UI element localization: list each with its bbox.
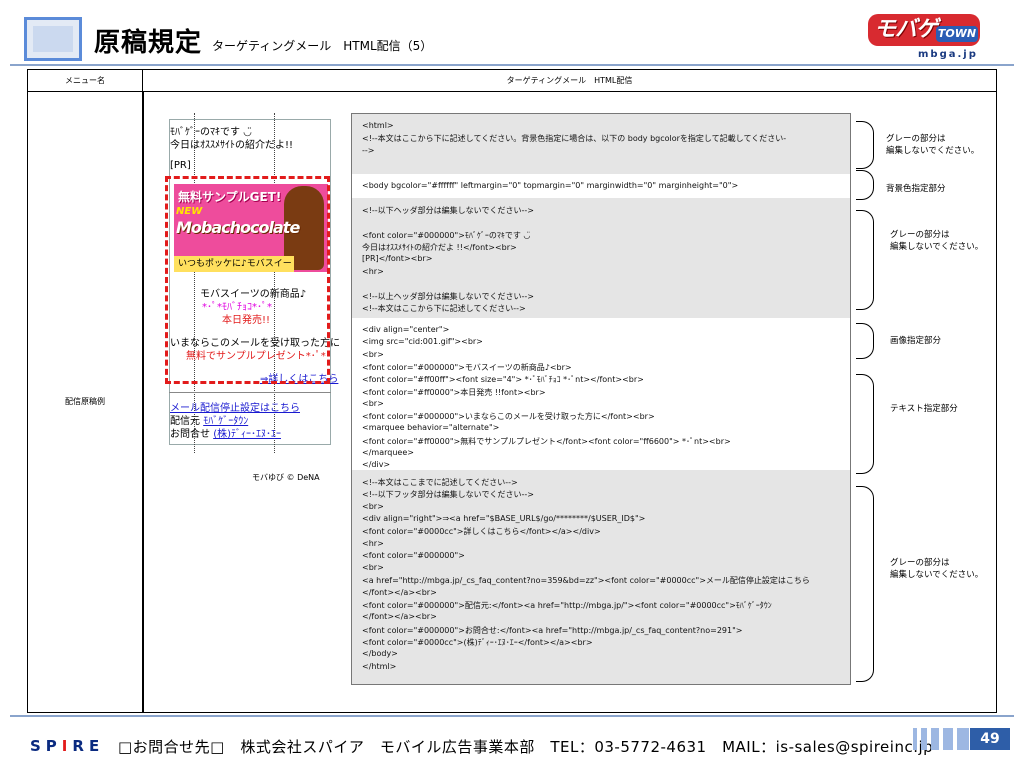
footer-decoration [913, 728, 969, 750]
col-header-content: ターゲティングメール HTML配信 [142, 70, 996, 92]
code-line: <html> [362, 121, 394, 130]
page-subtitle: ターゲティングメール HTML配信（5） [212, 39, 433, 53]
inquiry-label: お問合せ [170, 429, 210, 440]
code-line: <font color="#000000">モバスイーツの新商品♪<br> [362, 362, 572, 372]
code-line: </div> [362, 460, 391, 470]
code-line: <font color="#000000">いまならこのメールを受け取った方に<… [362, 412, 655, 422]
code-line: </marquee> [362, 448, 414, 457]
logo-url: mbga.jp [918, 49, 978, 60]
code-line: <font color="#ff0000">無料でサンプルプレゼント</font… [362, 436, 731, 446]
footer-divider [10, 715, 1014, 717]
copyright: モバゆび © DeNA [252, 473, 320, 482]
note-locked: グレーの部分は 編集しないでください。 [890, 558, 984, 580]
col-header-menu: メニュー名 [65, 76, 105, 85]
code-line: <body bgcolor="#ffffff" leftmargin="0" t… [362, 181, 739, 190]
code-line: <font color="#0000cc">詳しくはこちら</font></a>… [362, 527, 601, 537]
code-line: </html> [362, 661, 397, 671]
preview-pr: [PR] [170, 160, 191, 171]
brace [856, 121, 874, 169]
preview-inquiry: お問合せ (株)ﾃﾞｨｰ･ｴﾇ･ｴｰ [170, 425, 281, 440]
code-line: <br> [362, 501, 384, 511]
code-line: <br> [362, 349, 384, 359]
column-divider [142, 92, 144, 712]
code-line: <font color="#0000cc">(株)ﾃﾞｨｰ･ｴﾇ･ｴｰ</fon… [362, 637, 593, 647]
header-divider [10, 64, 1014, 66]
brace [856, 323, 874, 359]
code-line: </font></a><br> [362, 612, 437, 622]
header-decoration [24, 17, 82, 61]
preview-hr [169, 392, 331, 393]
code-line: <!--以下ヘッダ部分は編集しないでください--> [362, 206, 534, 215]
brace [856, 210, 874, 310]
code-line: <img src="cid:001.gif"><br> [362, 337, 483, 347]
table-header-row: メニュー名 ターゲティングメール HTML配信 [28, 70, 996, 92]
code-line: <!--本文はここから下に記述してください--> [362, 304, 526, 314]
code-line: <font color="#ff0000">本日発売 !!font><br> [362, 387, 546, 397]
row-label: 配信原稿例 [65, 397, 105, 406]
note-bgcolor: 背景色指定部分 [886, 184, 946, 194]
html-code-panel: <html> <!--本文はここから下に記述してください。背景色指定に場合は、以下… [351, 113, 851, 685]
inquiry-link[interactable]: (株)ﾃﾞｨｰ･ｴﾇ･ｴｰ [213, 429, 281, 440]
code-segment-bgcolor: <body bgcolor="#ffffff" leftmargin="0" t… [352, 174, 850, 198]
code-line: <font color="#000000">お問合せ:</font><a hre… [362, 625, 743, 635]
code-line: <marquee behavior="alternate"> [362, 423, 500, 433]
code-line: <br> [362, 398, 384, 408]
brace [856, 486, 874, 682]
code-line: <font color="#000000"> [362, 550, 465, 560]
contact-info: □お問合せ先□ 株式会社スパイア モバイル広告事業本部 TEL：03-5772-… [118, 738, 934, 756]
code-segment-locked: <html> <!--本文はここから下に記述してください。背景色指定に場合は、以下… [352, 114, 850, 174]
code-segment-header: <!--以下ヘッダ部分は編集しないでください--> <font color="#0… [352, 198, 850, 318]
code-line: </body> [362, 649, 398, 659]
code-line: <!--本文はここから下に記述してください。背景色指定に場合は、以下の body… [362, 134, 787, 144]
code-segment-footer: <!--本文はここまでに記述してください--> <!--以下フッタ部分は編集しない… [352, 470, 850, 684]
code-line: <div align="right">⇒<a href="$BASE_URL$/… [362, 513, 646, 523]
spire-logo: SPIRE [30, 737, 104, 755]
note-locked: グレーの部分は 編集しないでください。 [886, 134, 980, 156]
code-line: --> [362, 145, 375, 155]
code-segment-body: <div align="center"> <img src="cid:001.gi… [352, 318, 850, 470]
code-line: <font color="#000000">配信元:</font><a href… [362, 601, 772, 610]
code-line: <font color="#000000">ﾓﾊﾞｹﾞｰのﾏｷです ◡̈ [362, 230, 531, 240]
code-line: <!--以上ヘッダ部分は編集しないでください--> [362, 292, 534, 302]
note-locked: グレーの部分は 編集しないでください。 [890, 230, 984, 252]
code-line: <hr> [362, 266, 384, 276]
code-line: <br> [362, 563, 384, 573]
spire-logo-i: I [61, 737, 73, 755]
page-number: 49 [970, 728, 1010, 750]
preview-intro: 今日はｵｽｽﾒｻｲﾄの紹介だよ!! [170, 140, 294, 151]
note-image: 画像指定部分 [890, 336, 942, 346]
code-line: <font color="#ff00ff"><font size="4"> *･… [362, 375, 644, 385]
note-text: テキスト指定部分 [890, 404, 958, 414]
code-line: <hr> [362, 538, 384, 548]
logo-town: TOWN [936, 26, 978, 42]
code-line: <div align="center"> [362, 325, 450, 334]
code-line: 今日はｵｽｽﾒｻｲﾄの紹介だよ !!</font><br> [362, 242, 517, 252]
spire-logo-left: SP [30, 737, 62, 755]
brace [856, 374, 874, 474]
code-line: <!--以下フッタ部分は編集しないでください--> [362, 490, 534, 500]
code-line: <a href="http://mbga.jp/_cs_faq_content?… [362, 576, 810, 586]
brace [856, 170, 874, 200]
code-line: </font></a><br> [362, 587, 437, 597]
edit-area-highlight [165, 176, 330, 384]
code-line: [PR]</font><br> [362, 254, 433, 264]
mobage-town-logo: モバゲー TOWN mbga.jp [868, 12, 980, 64]
page-title: 原稿規定 [94, 28, 203, 58]
spire-logo-right: RE [72, 737, 105, 755]
code-line: <!--本文はここまでに記述してください--> [362, 478, 518, 487]
